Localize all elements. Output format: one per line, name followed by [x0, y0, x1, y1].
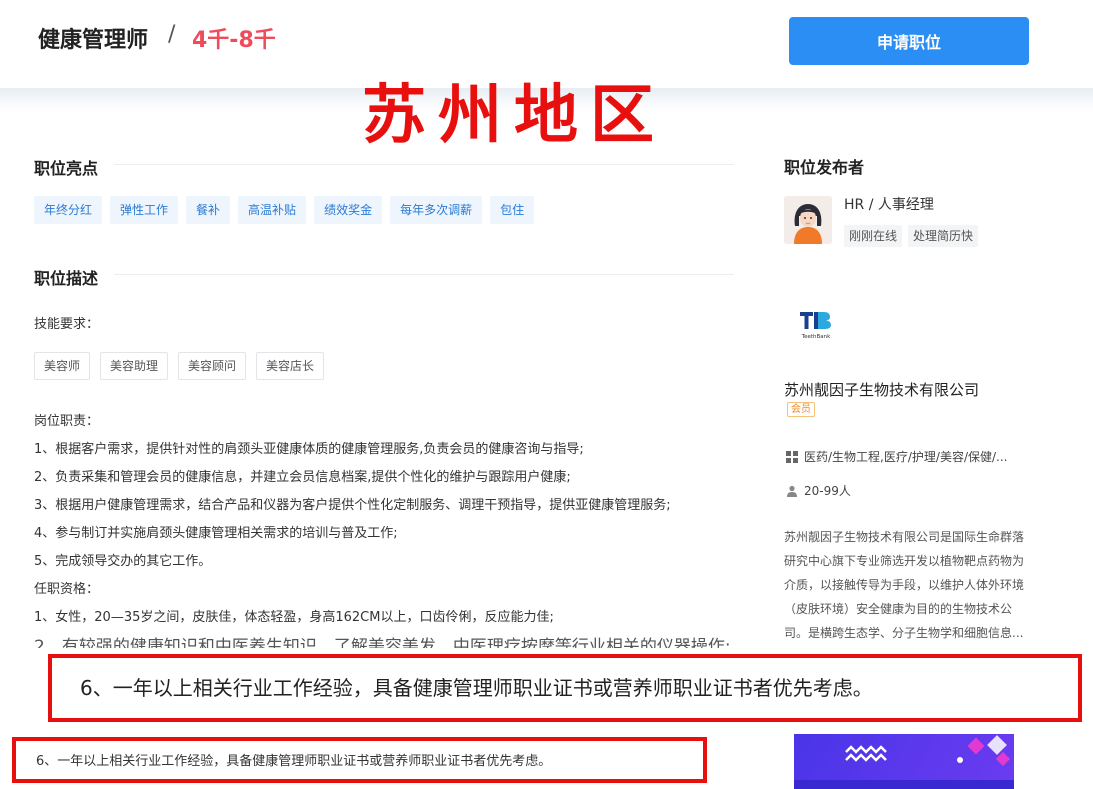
highlight-tag: 每年多次调薪: [390, 196, 483, 224]
skill-tag[interactable]: 美容师: [34, 352, 91, 380]
hr-status-tag: 刚刚在线: [844, 225, 903, 247]
company-description: 苏州靓因子生物技术有限公司是国际生命群落研究中心旗下专业筛选开发以植物靶点药物为…: [784, 530, 1025, 640]
highlights-title: 职位亮点: [34, 159, 99, 178]
hr-status-tags: 刚刚在线 处理简历快: [844, 225, 979, 247]
description-line: 1、女性，20—35岁之间，皮肤佳，体态轻盈，身高162CM以上，口齿伶俐，反应…: [34, 610, 554, 625]
description-line: 1、根据客户需求，提供针对性的肩颈头亚健康体质的健康管理服务,负责会员的健康咨询…: [34, 442, 584, 457]
highlight-tags: 年终分红 弹性工作 餐补 高温补贴 绩效奖金 每年多次调薪 包住: [34, 196, 535, 224]
highlights-divider: [114, 164, 734, 165]
member-badge: 会员: [787, 402, 815, 417]
description-line: 2、负责采集和管理会员的健康信息，并建立会员信息档案,提供个性化的维护与跟踪用户…: [34, 470, 571, 485]
grid-icon: [786, 450, 798, 463]
region-annotation: 苏州地区: [362, 78, 666, 153]
truncated-line-text: 2、有较强的健康知识和中医养生知识，了解美容美发、中医理疗按摩等行业相关的仪器操…: [34, 637, 731, 648]
description-title: 职位描述: [34, 269, 99, 288]
highlight-tag: 包住: [490, 196, 535, 224]
apply-button[interactable]: 申请职位: [789, 17, 1029, 65]
description-line: 4、参与制订并实施肩颈头健康管理相关需求的培训与普及工作;: [34, 526, 398, 541]
skill-tag[interactable]: 美容店长: [256, 352, 325, 380]
company-size-row: 20-99人: [786, 482, 851, 499]
person-icon: [787, 485, 797, 497]
enlarged-requirement-text: 6、一年以上相关行业工作经验，具备健康管理师职业证书或营养师职业证书者优先考虑。: [80, 676, 873, 700]
highlight-tag: 弹性工作: [110, 196, 179, 224]
highlight-tag: 年终分红: [34, 196, 103, 224]
description-line: 任职资格：: [34, 582, 100, 597]
title-separator: /: [168, 22, 176, 47]
svg-text:TeethBank: TeethBank: [801, 334, 831, 340]
skills-label: 技能要求：: [34, 317, 100, 332]
original-requirement-text: 6、一年以上相关行业工作经验，具备健康管理师职业证书或营养师职业证书者优先考虑。: [36, 754, 552, 769]
enlarged-highlight-box: 6、一年以上相关行业工作经验，具备健康管理师职业证书或营养师职业证书者优先考虑。: [48, 654, 1082, 722]
ad-banner[interactable]: [794, 734, 1014, 789]
skill-tag[interactable]: 美容顾问: [178, 352, 247, 380]
description-line: 岗位职责：: [34, 414, 100, 429]
skill-tags: 美容师 美容助理 美容顾问 美容店长: [34, 352, 325, 380]
job-detail-page: 健康管理师 / 4千-8千 申请职位 苏州地区 职位亮点 年终分红 弹性工作 餐…: [0, 0, 1093, 789]
company-logo[interactable]: TeethBank: [796, 310, 836, 342]
company-industry-row: 医药/生物工程,医疗/护理/美容/保健/...: [786, 448, 1007, 465]
truncated-description-line: 2、有较强的健康知识和中医养生知识，了解美容美发、中医理疗按摩等行业相关的仪器操…: [34, 628, 774, 648]
hr-name-role: HR / 人事经理: [844, 197, 934, 213]
skill-tag[interactable]: 美容助理: [100, 352, 169, 380]
publisher-title: 职位发布者: [784, 158, 865, 177]
highlight-tag: 餐补: [186, 196, 231, 224]
original-highlight-box: 6、一年以上相关行业工作经验，具备健康管理师职业证书或营养师职业证书者优先考虑。: [12, 737, 707, 783]
hr-status-tag: 处理简历快: [908, 225, 979, 247]
salary-range: 4千-8千: [192, 28, 276, 53]
description-divider: [114, 274, 734, 275]
banner-decoration-icon: [794, 735, 1014, 789]
company-industry: 医药/生物工程,医疗/护理/美容/保健/...: [804, 450, 1008, 464]
company-size: 20-99人: [804, 484, 851, 498]
description-line: 5、完成领导交办的其它工作。: [34, 554, 212, 569]
hr-avatar-icon: [784, 196, 832, 244]
job-title: 健康管理师: [38, 28, 149, 53]
avatar[interactable]: [784, 196, 832, 244]
highlight-tag: 高温补贴: [238, 196, 307, 224]
company-name[interactable]: 苏州靓因子生物技术有限公司: [784, 379, 979, 400]
teethbank-logo-icon: TeethBank: [800, 312, 831, 340]
highlight-tag: 绩效奖金: [314, 196, 383, 224]
description-line: 3、根据用户健康管理需求，结合产品和仪器为客户提供个性化定制服务、调理干预指导，…: [34, 498, 671, 513]
